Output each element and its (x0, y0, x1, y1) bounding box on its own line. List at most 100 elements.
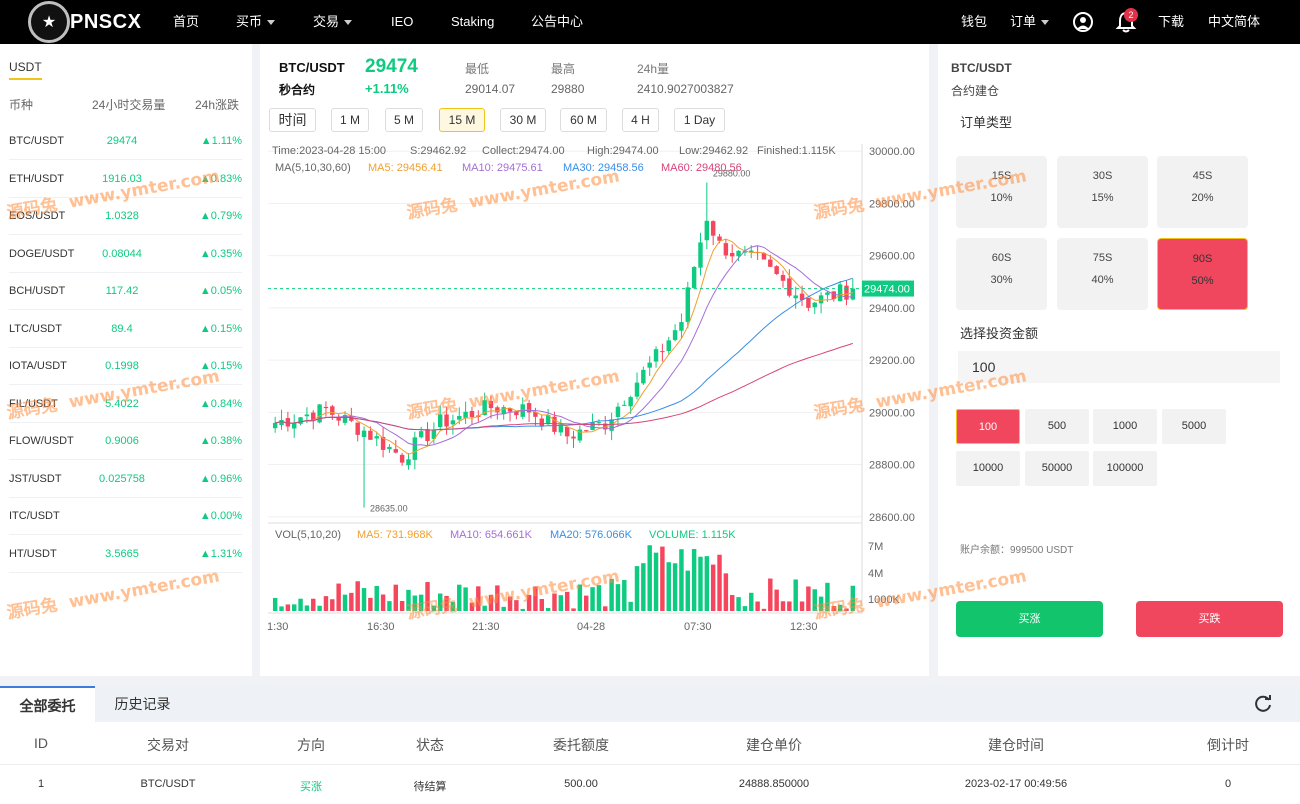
amount-50000[interactable]: 50000 (1025, 451, 1089, 486)
amount-input[interactable] (958, 351, 1280, 383)
market-row[interactable]: JST/USDT 0.025758 ▲0.96% (9, 461, 242, 498)
market-pair: ITC/USDT (9, 510, 60, 522)
candle-body (418, 431, 424, 438)
option-30s[interactable]: 30S 15% (1057, 156, 1148, 228)
nav-trade[interactable]: 交易 (313, 0, 353, 44)
nav-staking[interactable]: Staking (451, 0, 494, 44)
logo-text: PNSCX (70, 10, 142, 33)
logo[interactable]: ★ PNSCX (28, 0, 141, 44)
market-row[interactable]: BTC/USDT 29474 ▲1.11% (9, 123, 242, 160)
candle-body (729, 252, 735, 257)
option-60s[interactable]: 60S 30% (956, 238, 1047, 310)
market-row[interactable]: ITC/USDT ▲0.00% (9, 498, 242, 535)
candle-body (736, 250, 741, 257)
market-pair: LTC/USDT (9, 322, 62, 335)
market-row[interactable]: ETH/USDT 1916.03 ▲0.83% (9, 161, 242, 198)
nav-orders[interactable]: 订单 (1010, 0, 1050, 44)
market-row[interactable]: HT/USDT 3.5665 ▲1.31% (9, 536, 242, 573)
kline-chart[interactable]: 30000.00 29800.00 29600.00 29400.00 29200.00… (260, 44, 929, 644)
candle-body (583, 430, 589, 432)
chart-info-text: High:29474.00 (587, 145, 659, 157)
amount-100[interactable]: 100 (956, 409, 1020, 444)
arrow-up-icon: ▲ (200, 135, 212, 147)
candle-body (323, 406, 329, 409)
nav-wallet[interactable]: 钱包 (961, 0, 987, 44)
volume-bar (583, 595, 589, 611)
market-row[interactable]: FLOW/USDT 0.9006 ▲0.38% (9, 423, 242, 460)
trade-panel: BTC/USDT 合约建仓 订单类型 15S 10% 30S 15% 45S 20% … (938, 44, 1300, 676)
candle-body (330, 406, 335, 415)
user-avatar-icon[interactable] (1073, 12, 1093, 32)
amount-500[interactable]: 500 (1025, 409, 1089, 444)
volume-bar (641, 563, 646, 611)
market-change: ▲1.11% (200, 135, 242, 147)
chart-info-text: MA(5,10,30,60) (275, 162, 351, 174)
header-pair: 交易对 (147, 737, 189, 753)
amount-10000[interactable]: 10000 (956, 451, 1020, 486)
candle-body (818, 295, 824, 304)
arrow-up-icon: ▲ (199, 360, 211, 372)
market-list-panel: USDT 币种 24小时交易量 24h涨跌 BTC/USDT 29474 ▲1.11… (0, 44, 252, 676)
refresh-icon[interactable] (1252, 693, 1274, 715)
nav-download[interactable]: 下载 (1158, 0, 1184, 44)
chart-info-text: MA5: 731.968K (357, 529, 433, 541)
market-volume: 3.5665 (105, 547, 139, 560)
tab-usdt[interactable]: USDT (9, 60, 42, 80)
option-75s[interactable]: 75S 40% (1057, 238, 1148, 310)
volume-bar (501, 606, 506, 611)
nav-language[interactable]: 中文简体 (1208, 0, 1260, 44)
y-tick-label: 29000.00 (869, 407, 915, 419)
market-row[interactable]: DOGE/USDT 0.08044 ▲0.35% (9, 236, 242, 273)
tab-all-orders[interactable]: 全部委托 (0, 686, 95, 722)
y-tick-label: 29600.00 (869, 251, 915, 263)
candle-body (704, 220, 710, 241)
amount-1000[interactable]: 1000 (1093, 409, 1157, 444)
option-45s[interactable]: 45S 20% (1157, 156, 1248, 228)
header-amount: 委托额度 (553, 737, 609, 753)
volume-bar (349, 592, 354, 611)
order-amount: 500.00 (564, 778, 598, 790)
arrow-up-icon: ▲ (199, 210, 211, 222)
volume-bar (768, 578, 773, 611)
market-change: ▲0.15% (199, 360, 242, 372)
buy-down-button[interactable]: 买跌 (1136, 601, 1283, 637)
amount-5000[interactable]: 5000 (1162, 409, 1226, 444)
market-change: ▲0.15% (199, 322, 242, 335)
volume-bar (342, 594, 348, 611)
volume-bar (831, 606, 837, 611)
option-90s[interactable]: 90S 50% (1157, 238, 1248, 310)
nav-announcements[interactable]: 公告中心 (531, 0, 583, 44)
market-row[interactable]: IOTA/USDT 0.1998 ▲0.15% (9, 348, 242, 385)
buy-up-button[interactable]: 买涨 (956, 601, 1103, 637)
candle-body (806, 297, 811, 308)
market-row[interactable]: LTC/USDT 89.4 ▲0.15% (9, 311, 242, 348)
volume-bar (482, 605, 487, 611)
option-15s[interactable]: 15S 10% (956, 156, 1047, 228)
orders-tabs: 全部委托 历史记录 (0, 686, 1300, 722)
nav-home[interactable]: 首页 (173, 0, 199, 44)
volume-bar (526, 594, 532, 611)
tab-history[interactable]: 历史记录 (95, 686, 190, 722)
nav-ieo[interactable]: IEO (391, 0, 413, 44)
market-pair: FLOW/USDT (9, 435, 74, 447)
candle-body (412, 437, 418, 460)
chart-info-text: S:29462.92 (410, 145, 466, 157)
header-countdown: 倒计时 (1207, 737, 1249, 753)
arrow-up-icon: ▲ (199, 510, 211, 522)
market-row[interactable]: FIL/USDT 5.4022 ▲0.84% (9, 386, 242, 423)
candle-body (393, 449, 399, 453)
order-id: 1 (37, 778, 45, 790)
y-tick-label: 28800.00 (869, 460, 915, 472)
candle-body (571, 436, 576, 439)
market-pair: BTC/USDT (9, 135, 64, 147)
candle-body (717, 236, 722, 241)
market-row[interactable]: BCH/USDT 117.42 ▲0.05% (9, 273, 242, 310)
chevron-down-icon (344, 20, 353, 26)
market-row[interactable]: EOS/USDT 1.0328 ▲0.79% (9, 198, 242, 235)
candle-body (457, 415, 462, 420)
amount-100000[interactable]: 100000 (1093, 451, 1157, 486)
candle-body (672, 330, 678, 341)
nav-buy-coin[interactable]: 买币 (236, 0, 276, 44)
orders-panel: 全部委托 历史记录 ID 交易对 方向 状态 委托额度 建仓单价 建仓时间 倒计… (0, 686, 1300, 804)
candle-body (387, 446, 392, 450)
